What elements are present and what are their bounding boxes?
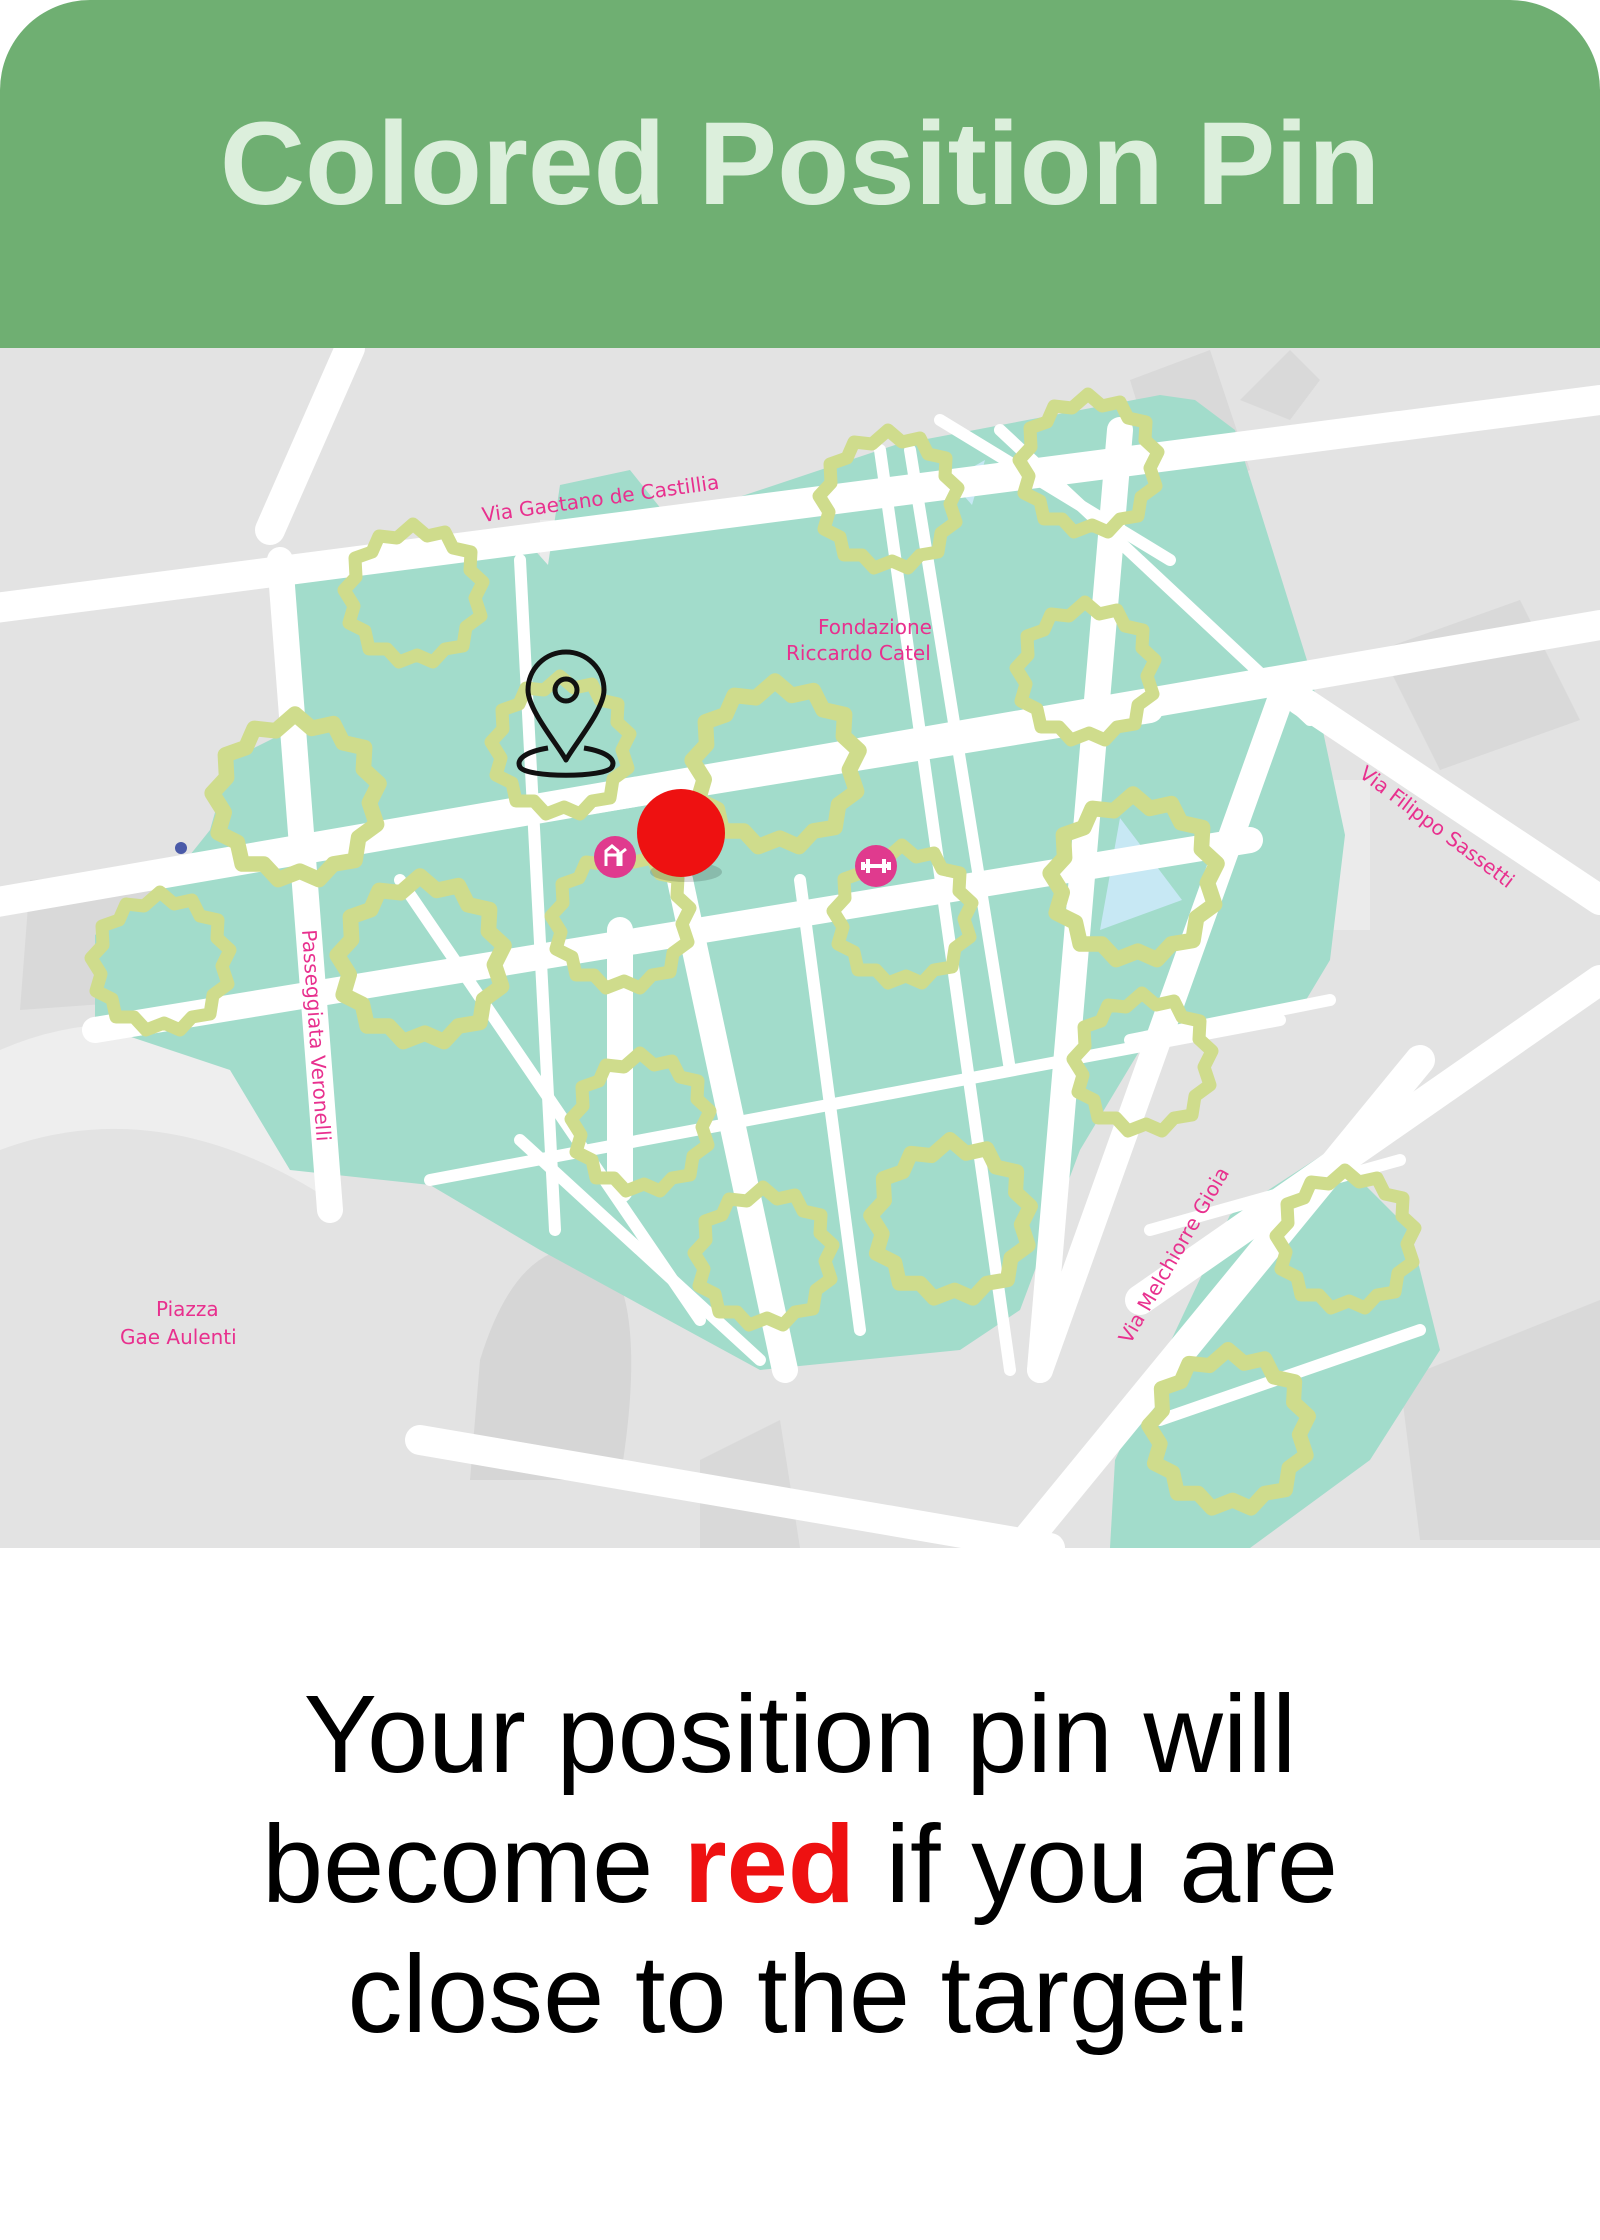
map-view[interactable]: Via Gaetano de Castillia Fondazione Ricc… — [0, 348, 1600, 1548]
caption-highlight-red: red — [683, 1803, 856, 1926]
caption-line-1: Your position pin will — [303, 1673, 1297, 1796]
label-piazza-2: Gae Aulenti — [120, 1325, 237, 1349]
label-fondazione-1: Fondazione — [818, 615, 932, 639]
label-piazza-1: Piazza — [156, 1297, 219, 1321]
page-title: Colored Position Pin — [219, 98, 1381, 230]
caption-line-2: become red if you are — [0, 1800, 1600, 1930]
header-banner: Colored Position Pin — [0, 0, 1600, 348]
onboarding-card: Colored Position Pin Via Gaetano de Cast… — [0, 0, 1600, 2240]
caption-line-3: close to the target! — [347, 1933, 1253, 2056]
poi-dot — [175, 842, 187, 854]
gym-icon — [855, 845, 897, 887]
caption-line-2-before: become — [261, 1803, 684, 1926]
caption: Your position pin will become red if you… — [0, 1670, 1600, 2060]
playground-icon — [594, 836, 636, 878]
label-fondazione-2: Riccardo Catel — [786, 641, 931, 665]
caption-line-2-after: if you are — [855, 1803, 1339, 1926]
